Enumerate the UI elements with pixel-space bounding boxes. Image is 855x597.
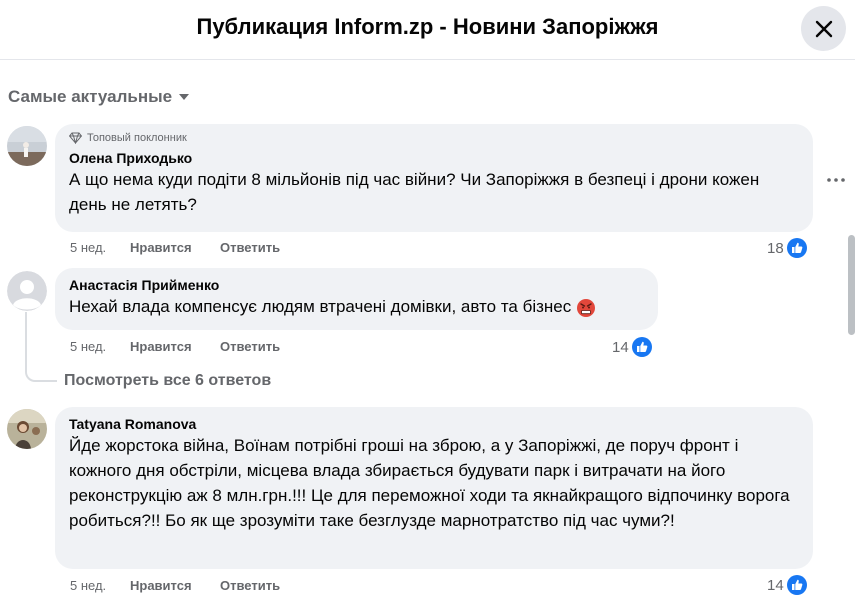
thread-connector <box>25 312 57 382</box>
sort-dropdown[interactable]: Самые актуальные <box>8 87 190 107</box>
comment-time[interactable]: 5 нед. <box>70 339 130 354</box>
like-button[interactable]: Нравится <box>130 339 220 354</box>
comment-text: Нехай влада компенсує людям втрачені дом… <box>69 297 572 316</box>
avatar[interactable] <box>7 271 47 311</box>
reaction-number: 14 <box>612 338 629 356</box>
top-fan-badge: Топовый поклонник <box>69 132 799 144</box>
view-replies-link[interactable]: Посмотреть все 6 ответов <box>64 372 271 390</box>
comment-bubble: Топовый поклонник Олена Приходько А що н… <box>55 124 813 232</box>
page-title: Публикация Inform.zp - Новини Запоріжжя <box>196 14 659 39</box>
reply-button[interactable]: Ответить <box>220 578 280 593</box>
close-button[interactable] <box>801 6 846 51</box>
reaction-count[interactable]: 14 <box>612 337 652 357</box>
comment-author[interactable]: Анастасія Прийменко <box>69 276 644 294</box>
reaction-number: 18 <box>767 239 784 257</box>
comment-actions: 5 нед. Нравится Ответить <box>70 240 280 255</box>
comment-bubble: Анастасія Прийменко Нехай влада компенсу… <box>55 268 658 330</box>
comment-actions: 5 нед. Нравится Ответить <box>70 578 280 593</box>
comment-text: Йде жорстока війна, Воїнам потрібні грош… <box>69 436 790 530</box>
like-button[interactable]: Нравится <box>130 240 220 255</box>
comment-author[interactable]: Tatyana Romanova <box>69 415 799 433</box>
sort-label: Самые актуальные <box>8 87 173 106</box>
thumbs-up-icon <box>786 575 807 595</box>
angry-face-icon <box>576 298 595 317</box>
dialog-header: Публикация Inform.zp - Новини Запоріжжя <box>0 0 855 60</box>
comment-time[interactable]: 5 нед. <box>70 578 130 593</box>
caret-down-icon <box>179 94 190 100</box>
like-button[interactable]: Нравится <box>130 578 220 593</box>
comment-author[interactable]: Олена Приходько <box>69 149 799 167</box>
comment-time[interactable]: 5 нед. <box>70 240 130 255</box>
comment-text: А що нема куди подіти 8 мільйонів під ча… <box>69 170 760 214</box>
reaction-number: 14 <box>767 576 784 594</box>
thumbs-up-icon <box>631 337 652 357</box>
comment-actions: 5 нед. Нравится Ответить <box>70 339 280 354</box>
more-dots-icon <box>827 178 845 182</box>
reaction-count[interactable]: 14 <box>767 575 807 595</box>
close-icon <box>815 20 832 37</box>
reaction-count[interactable]: 18 <box>767 238 807 258</box>
diamond-icon <box>69 132 82 144</box>
avatar[interactable] <box>7 409 47 449</box>
more-options-button[interactable] <box>826 170 846 190</box>
avatar[interactable] <box>7 126 47 166</box>
comment-bubble: Tatyana Romanova Йде жорстока війна, Вої… <box>55 407 813 569</box>
thumbs-up-icon <box>786 238 807 258</box>
badge-label: Топовый поклонник <box>87 132 187 144</box>
reply-button[interactable]: Ответить <box>220 240 280 255</box>
scrollbar[interactable] <box>848 235 855 335</box>
reply-button[interactable]: Ответить <box>220 339 280 354</box>
